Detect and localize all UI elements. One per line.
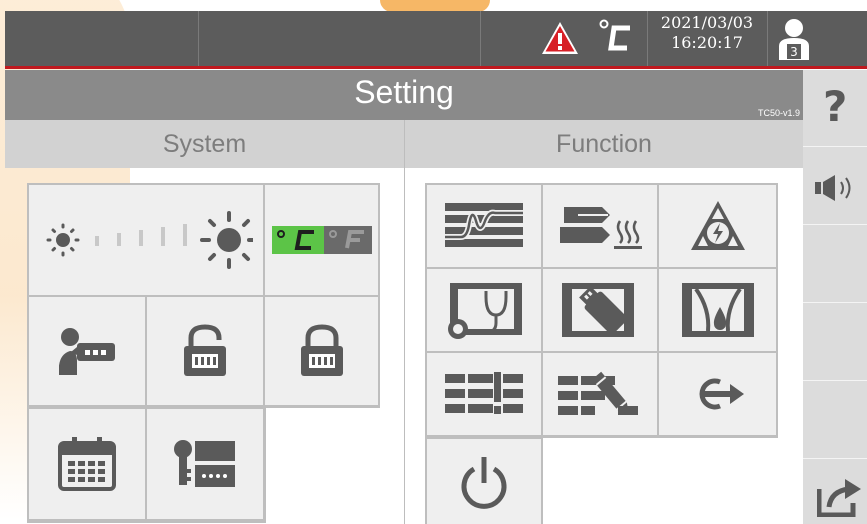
help-button[interactable]: ? bbox=[803, 70, 867, 147]
section-header-function: Function bbox=[405, 120, 803, 168]
temperature-unit-indicator bbox=[598, 18, 634, 58]
page-title: Setting bbox=[354, 74, 454, 110]
version-label: TC50-v1.9 bbox=[757, 108, 800, 118]
export-icon bbox=[817, 479, 861, 517]
locked-padlock-icon bbox=[300, 324, 343, 376]
system-grid bbox=[27, 183, 380, 523]
status-segment-2 bbox=[198, 11, 481, 68]
electrical-hazard-icon bbox=[690, 201, 745, 250]
brightness-icon bbox=[46, 211, 253, 269]
edit-list-icon bbox=[558, 371, 638, 415]
sidebar-empty-slot-1 bbox=[803, 225, 867, 303]
sidebar-empty-slot-3 bbox=[803, 381, 867, 459]
section-header-system: System bbox=[5, 120, 404, 168]
lock-button[interactable] bbox=[265, 297, 378, 405]
key-password-icon bbox=[174, 440, 235, 487]
user-chat-icon bbox=[59, 328, 115, 375]
heating-flow-icon bbox=[560, 207, 642, 249]
power-icon bbox=[461, 456, 507, 509]
volume-button[interactable] bbox=[803, 147, 867, 225]
user-level-number: 3 bbox=[790, 45, 798, 59]
temperature-unit-toggle[interactable] bbox=[265, 185, 378, 295]
heating-flow-button[interactable] bbox=[543, 185, 657, 267]
calendar-button[interactable] bbox=[29, 409, 145, 519]
datetime-display: 2021/03/03 16:20:17 bbox=[648, 13, 766, 53]
trend-chart-icon bbox=[445, 203, 523, 247]
status-segment-1 bbox=[5, 11, 199, 68]
edit-list-button[interactable] bbox=[543, 353, 657, 435]
alarm-warning-icon[interactable] bbox=[541, 20, 579, 56]
date-text: 2021/03/03 bbox=[660, 13, 754, 32]
usb-export-button[interactable] bbox=[543, 269, 657, 351]
user-message-button[interactable] bbox=[29, 297, 145, 405]
water-drop-icon bbox=[681, 283, 754, 337]
status-bar-accent-line bbox=[5, 66, 867, 69]
stethoscope-diagnostic-icon bbox=[448, 283, 522, 339]
user-level-icon[interactable]: 3 bbox=[777, 16, 813, 60]
sidebar-empty-slot-2 bbox=[803, 303, 867, 381]
unlock-button[interactable] bbox=[147, 297, 263, 405]
speaker-icon bbox=[815, 175, 851, 201]
usb-drive-icon bbox=[562, 283, 634, 337]
export-button[interactable] bbox=[803, 459, 867, 524]
alarm-list-button[interactable] bbox=[427, 353, 541, 435]
page-header: Setting TC50-v1.9 bbox=[5, 70, 803, 120]
trend-curve-button[interactable] bbox=[427, 185, 541, 267]
logout-button[interactable] bbox=[659, 353, 776, 435]
section-divider bbox=[404, 120, 405, 524]
help-icon: ? bbox=[823, 82, 848, 131]
diagnostics-button[interactable] bbox=[427, 269, 541, 351]
moisture-button[interactable] bbox=[659, 269, 776, 351]
right-sidebar: ? bbox=[803, 70, 867, 524]
function-grid bbox=[425, 183, 778, 524]
power-warning-button[interactable] bbox=[659, 185, 776, 267]
password-button[interactable] bbox=[147, 409, 263, 519]
time-text: 16:20:17 bbox=[671, 33, 743, 52]
brightness-slider[interactable] bbox=[29, 185, 263, 295]
power-off-button[interactable] bbox=[427, 439, 541, 524]
alarm-list-icon bbox=[445, 372, 523, 414]
logout-arrow-icon bbox=[699, 378, 744, 410]
unlocked-padlock-icon bbox=[184, 324, 226, 376]
calendar-icon bbox=[58, 437, 116, 491]
